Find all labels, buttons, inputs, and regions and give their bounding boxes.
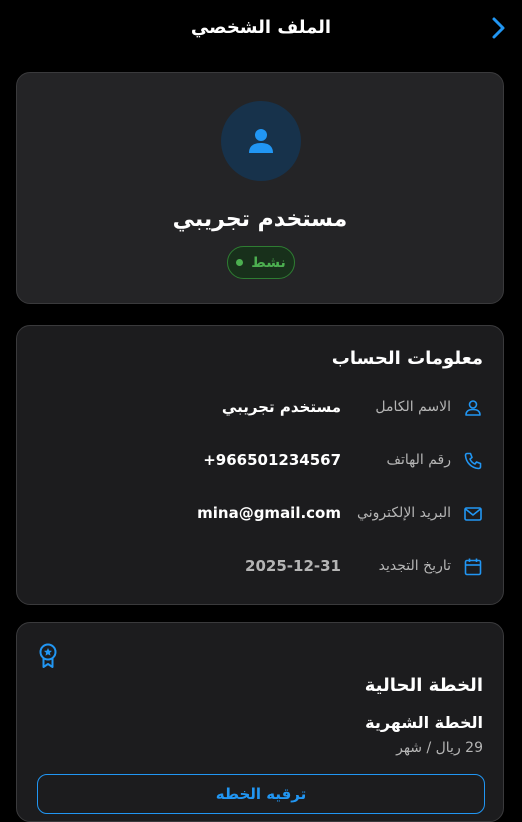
phone-icon: [463, 451, 483, 471]
info-value: 2025-12-31: [245, 557, 341, 575]
info-row-phone: رقم الهاتف +966501234567: [17, 447, 503, 475]
status-badge: نشط: [227, 246, 295, 279]
medal-icon: [37, 643, 59, 669]
mail-icon: [463, 504, 483, 524]
plan-price: 29 ريال / شهر: [396, 740, 483, 756]
back-chevron-icon[interactable]: [488, 16, 510, 40]
info-label: تاريخ التجديد: [378, 558, 451, 574]
app-header: الملف الشخصي: [0, 0, 522, 56]
info-value: +966501234567: [203, 451, 341, 469]
profile-card: مستخدم تجريبي نشط: [16, 72, 504, 304]
info-row-renewal-date: تاريخ التجديد 2025-12-31: [17, 553, 503, 581]
status-dot-icon: [236, 259, 244, 266]
plan-name: الخطة الشهرية: [365, 713, 483, 732]
avatar: [221, 101, 301, 181]
info-row-email: البريد الإلكتروني mina@gmail.com: [17, 500, 503, 528]
person-icon: [249, 129, 273, 153]
info-value: mina@gmail.com: [197, 504, 341, 522]
account-info-card: معلومات الحساب الاسم الكامل مستخدم تجريب…: [16, 325, 504, 605]
account-info-title: معلومات الحساب: [331, 348, 483, 369]
status-label: نشط: [251, 254, 286, 271]
upgrade-plan-button[interactable]: ترقيه الخطه: [37, 774, 485, 814]
calendar-icon: [463, 557, 483, 577]
current-plan-card: الخطة الحالية الخطة الشهرية 29 ريال / شه…: [16, 622, 504, 822]
page-title: الملف الشخصي: [190, 17, 332, 38]
info-label: رقم الهاتف: [386, 452, 451, 468]
info-value: مستخدم تجريبي: [221, 398, 341, 416]
user-icon: [463, 398, 483, 418]
info-label: البريد الإلكتروني: [357, 505, 451, 521]
info-row-full-name: الاسم الكامل مستخدم تجريبي: [17, 394, 503, 422]
profile-name: مستخدم تجريبي: [172, 207, 348, 232]
info-label: الاسم الكامل: [375, 399, 451, 415]
current-plan-title: الخطة الحالية: [364, 675, 483, 696]
